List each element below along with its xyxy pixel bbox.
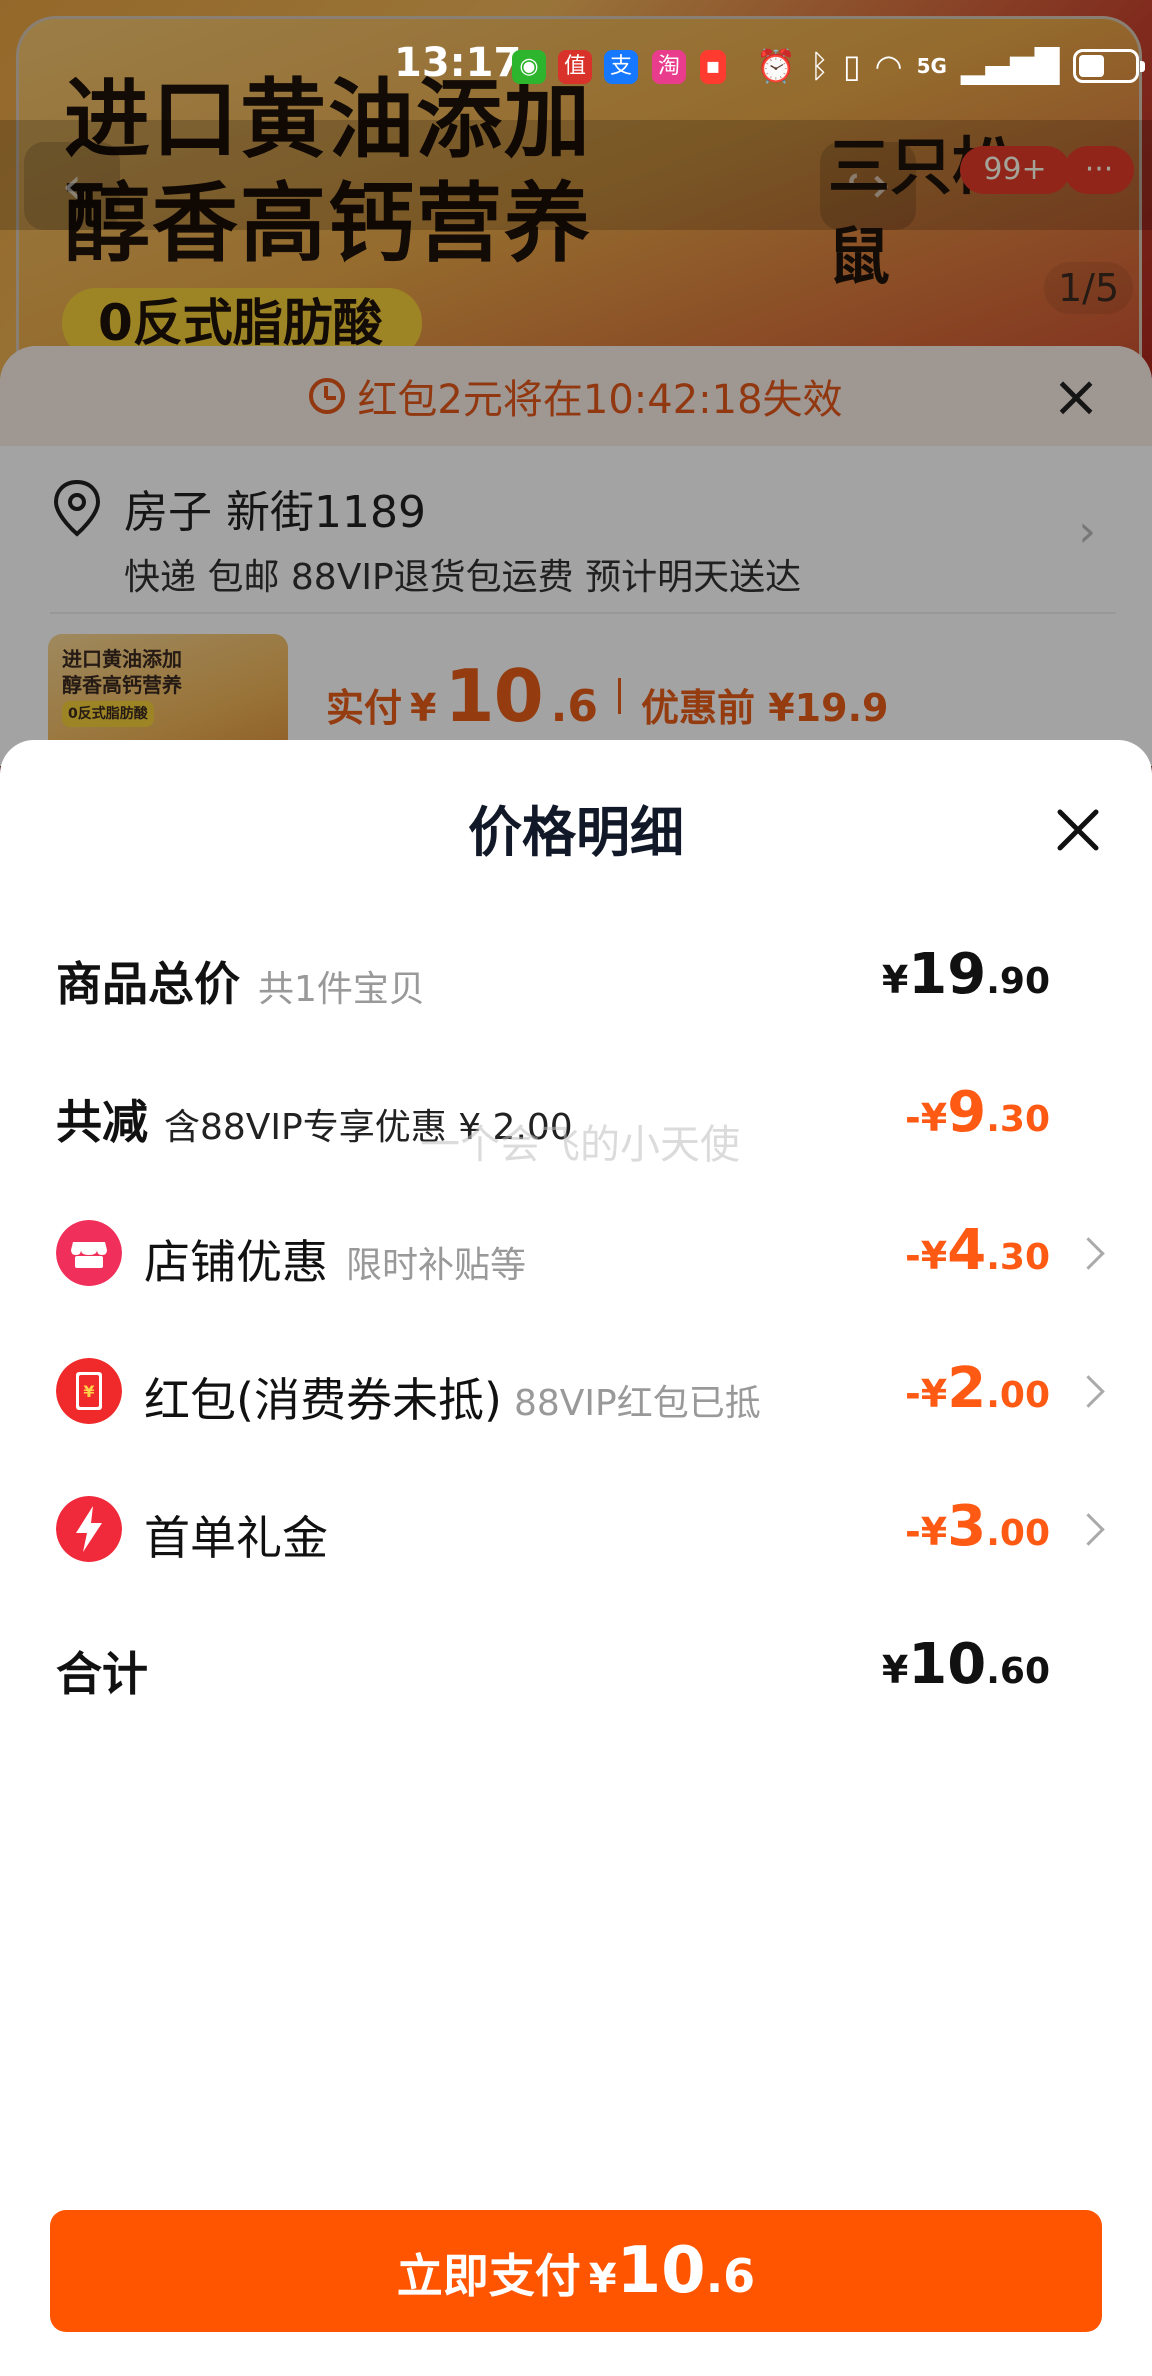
row-label: 首单礼金 [144, 1511, 328, 1565]
status-icons: ⏰ ᛒ ▯ ◠ 5G ▂▄▆█ [756, 44, 1146, 88]
row-label: 共减 [56, 1095, 148, 1149]
status-time: 13:17 [394, 40, 522, 86]
svg-text:¥: ¥ [83, 1382, 94, 1401]
taobao-icon: 淘 [652, 50, 686, 84]
row-label: 商品总价 [56, 957, 240, 1011]
vibrate-icon: ▯ [843, 47, 861, 85]
row-sub: 88VIP红包已抵 [514, 1383, 761, 1424]
amount: -¥2.00 [905, 1356, 1050, 1421]
row-sub: 共1件宝贝 [258, 969, 425, 1010]
close-icon[interactable] [1054, 806, 1102, 854]
row-shop-discount[interactable]: 店铺优惠 限时补贴等 -¥4.30 [0, 1206, 1152, 1306]
lightning-icon [56, 1496, 122, 1562]
redpacket-icon: ¥ [56, 1358, 122, 1424]
row-first-order-gift[interactable]: 首单礼金 -¥3.00 [0, 1482, 1152, 1582]
alarm-icon: ⏰ [756, 47, 796, 85]
row-sub: 限时补贴等 [346, 1245, 527, 1286]
amount: -¥9.30 [905, 1080, 1050, 1145]
redpacket-icon: ▪ [700, 50, 726, 84]
chevron-right-icon [1072, 1237, 1105, 1270]
modal-title: 价格明细 [468, 801, 684, 864]
wechat-icon: ◉ [512, 50, 546, 84]
amount: -¥4.30 [905, 1218, 1050, 1283]
battery-level [1079, 55, 1104, 77]
battery-icon [1073, 49, 1146, 83]
watermark: 一个会飞的小天使 [420, 1122, 740, 1168]
amount: ¥10.60 [881, 1632, 1050, 1697]
row-redpacket[interactable]: ¥ 红包(消费券未抵) 88VIP红包已抵 -¥2.00 [0, 1344, 1152, 1444]
chevron-right-icon [1072, 1513, 1105, 1546]
shop-icon [56, 1220, 122, 1286]
amount: -¥3.00 [905, 1494, 1050, 1559]
row-label: 红包(消费券未抵) [144, 1373, 502, 1427]
row-total-price: 商品总价 共1件宝贝 ¥19.90 [0, 930, 1152, 1030]
status-bar: 13:17 ◉ 值 支 淘 ▪ ⏰ ᛒ ▯ ◠ 5G ▂▄▆█ [0, 0, 1152, 120]
price-detail-modal: 价格明细 商品总价 共1件宝贝 ¥19.90 共减 含88VIP专享优惠 ¥ 2… [0, 740, 1152, 2376]
pay-now-button[interactable]: 立即支付 ¥ 10 .6 [50, 2210, 1102, 2332]
row-label: 合计 [56, 1647, 148, 1701]
bluetooth-icon: ᛒ [809, 47, 830, 85]
chevron-right-icon [1072, 1375, 1105, 1408]
row-sum: 合计 ¥10.60 [0, 1620, 1152, 1720]
signal-icon: ▂▄▆█ [960, 47, 1060, 85]
alipay-icon: 支 [604, 50, 638, 84]
amount: ¥19.90 [881, 942, 1050, 1007]
wifi-icon: ◠ [874, 47, 903, 85]
network-label: 5G [916, 54, 947, 78]
smzdm-icon: 值 [558, 50, 592, 84]
row-label: 店铺优惠 [144, 1235, 328, 1289]
